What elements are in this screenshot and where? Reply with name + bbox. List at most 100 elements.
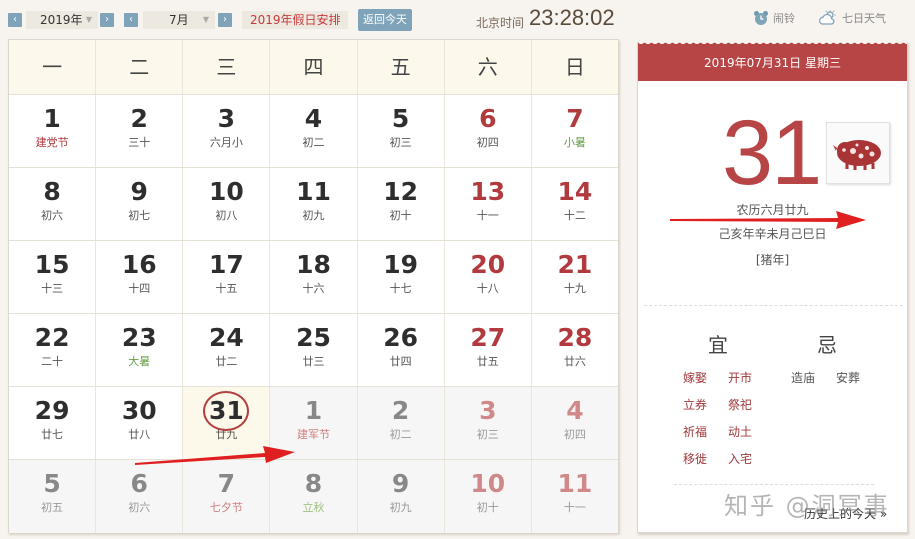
calendar-day[interactable]: 8 立秋 — [270, 460, 358, 533]
lunar-label: 初三 — [476, 428, 499, 441]
calendar-grid: 一 二 三 四 五 六 日 1 建党节 2 三十 3 六月小 4 初二 5 初三 6 初四 7 小暑 8 初六… — [8, 39, 619, 533]
calendar-day[interactable]: 3 初三 — [444, 387, 532, 459]
day-number: 18 — [296, 250, 331, 279]
day-number: 29 — [34, 396, 70, 425]
calendar-day[interactable]: 6 初六 — [96, 460, 184, 533]
day-number: 7 — [217, 469, 236, 498]
calendar-day[interactable]: 9 初九 — [357, 460, 445, 533]
calendar-week-row: 15 十三 16 十四 17 十五 18 十六 19 十七 20 十八 21 十九 — [9, 241, 618, 314]
day-number: 5 — [43, 469, 61, 498]
prev-month-button[interactable]: ‹ — [124, 13, 138, 27]
calendar-day[interactable]: 17 十五 — [183, 241, 271, 313]
calendar-day[interactable]: 7 七夕节 — [183, 460, 271, 533]
year-select[interactable]: 2019年 ▼ — [26, 11, 98, 29]
day-number: 27 — [470, 323, 506, 352]
month-select[interactable]: 7月 ▼ — [143, 11, 215, 29]
calendar-day[interactable]: 6 初四 — [445, 95, 532, 167]
alarm-clock-icon — [754, 11, 768, 25]
calendar-day[interactable]: 23 大暑 — [96, 314, 184, 386]
lunar-label: 十八 — [476, 282, 499, 295]
lunar-label: 建军节 — [296, 428, 330, 441]
calendar-day[interactable]: 7 小暑 — [532, 95, 618, 167]
calendar-day[interactable]: 3 六月小 — [183, 95, 271, 167]
weekday-thu: 四 — [270, 40, 358, 94]
seven-day-weather-button[interactable]: 七日天气 — [818, 10, 886, 26]
weekday-mon: 一 — [9, 40, 97, 94]
lunar-label: 十一 — [476, 209, 499, 222]
ganzhi-date: 己亥年辛未月己巳日 — [718, 227, 827, 241]
weather-cloud-sun-icon — [819, 10, 836, 25]
alarm-button[interactable]: 闹铃 — [753, 10, 795, 26]
scallop-edge — [638, 41, 907, 47]
calendar-day[interactable]: 29 廿七 — [9, 387, 97, 459]
day-number: 13 — [470, 177, 506, 206]
lunar-label: 建党节 — [35, 136, 69, 149]
detail-date: 2019年07月31日 星期三 — [704, 56, 841, 70]
inauspicious-item: 安葬 — [836, 371, 861, 385]
day-number: 16 — [121, 250, 157, 279]
calendar-day[interactable]: 26 廿四 — [358, 314, 445, 386]
auspicious-item: 立券 — [683, 398, 708, 412]
lunar-label: 初五 — [41, 501, 64, 514]
calendar-day[interactable]: 14 十二 — [532, 168, 618, 240]
weekday-sat: 六 — [445, 40, 532, 94]
calendar-day[interactable]: 5 初五 — [9, 460, 97, 533]
weekday-tue: 二 — [96, 40, 184, 94]
next-year-button[interactable]: › — [100, 13, 114, 27]
calendar-day[interactable]: 22 二十 — [9, 314, 97, 386]
calendar-day[interactable]: 4 初二 — [270, 95, 358, 167]
lunar-label: 廿二 — [215, 355, 238, 368]
auspicious-item: 祈福 — [683, 425, 708, 439]
calendar-day[interactable]: 11 初九 — [270, 168, 358, 240]
next-month-button[interactable]: › — [218, 13, 232, 27]
calendar-day[interactable]: 18 十六 — [270, 241, 358, 313]
calendar-week-row: 22 二十 23 大暑 24 廿二 25 廿三 26 廿四 27 廿五 28 廿六 — [9, 314, 618, 387]
calendar-day[interactable]: 10 初十 — [444, 460, 532, 533]
lunar-label: 初六 — [128, 501, 151, 514]
lunar-label: 十三 — [41, 282, 64, 295]
calendar-day[interactable]: 2 三十 — [96, 95, 184, 167]
calendar-day[interactable]: 11 十一 — [531, 460, 618, 533]
back-to-today-button[interactable]: 返回今天 — [358, 9, 412, 31]
calendar-day[interactable]: 20 十八 — [445, 241, 532, 313]
calendar-day[interactable]: 24 廿二 — [183, 314, 271, 386]
calendar-day[interactable]: 12 初十 — [358, 168, 445, 240]
calendar-day[interactable]: 30 廿八 — [96, 387, 184, 459]
holiday-schedule-select[interactable]: 2019年假日安排 — [242, 11, 348, 29]
calendar-day[interactable]: 1 建党节 — [9, 95, 97, 167]
auspicious-item: 入宅 — [728, 452, 753, 466]
lunar-label: 初三 — [389, 136, 412, 149]
calendar-day[interactable]: 19 十七 — [358, 241, 445, 313]
calendar-day[interactable]: 9 初七 — [96, 168, 184, 240]
detail-header: 2019年07月31日 星期三 — [638, 41, 907, 81]
history-today-link[interactable]: 历史上的今天 » — [804, 505, 887, 522]
day-number: 15 — [34, 250, 70, 279]
calendar-day[interactable]: 1 建军节 — [270, 387, 358, 459]
day-number: 4 — [566, 396, 584, 425]
calendar-day[interactable]: 28 廿六 — [532, 314, 618, 386]
prev-year-button[interactable]: ‹ — [8, 13, 22, 27]
lunar-label: 六月小 — [209, 136, 243, 149]
calendar-day[interactable]: 13 十一 — [445, 168, 532, 240]
calendar-day[interactable]: 2 初二 — [357, 387, 445, 459]
calendar-day-today[interactable]: 31 廿九 — [183, 387, 271, 459]
lunar-label: 小暑 — [563, 136, 586, 149]
lunar-label: 十二 — [563, 209, 586, 222]
calendar-day[interactable]: 4 初四 — [531, 387, 618, 459]
auspicious-item: 移徙 — [683, 452, 708, 466]
calendar-day[interactable]: 27 廿五 — [445, 314, 532, 386]
calendar-day[interactable]: 16 十四 — [96, 241, 184, 313]
lunar-label: 初十 — [389, 209, 412, 222]
calendar-day[interactable]: 8 初六 — [9, 168, 97, 240]
calendar-week-row: 8 初六 9 初七 10 初八 11 初九 12 初十 13 十一 14 十二 — [9, 168, 618, 241]
calendar-day[interactable]: 21 十九 — [532, 241, 618, 313]
calendar-day[interactable]: 5 初三 — [358, 95, 445, 167]
calendar-day[interactable]: 15 十三 — [9, 241, 97, 313]
auspicious-item: 嫁娶 — [683, 371, 708, 385]
auspicious-title: 宜 — [708, 333, 728, 357]
auspicious-item: 动土 — [728, 425, 753, 439]
calendar-day[interactable]: 25 廿三 — [270, 314, 358, 386]
calendar-day[interactable]: 10 初八 — [183, 168, 271, 240]
holiday-schedule-value: 2019年假日安排 — [250, 13, 341, 27]
day-number: 10 — [470, 469, 506, 498]
